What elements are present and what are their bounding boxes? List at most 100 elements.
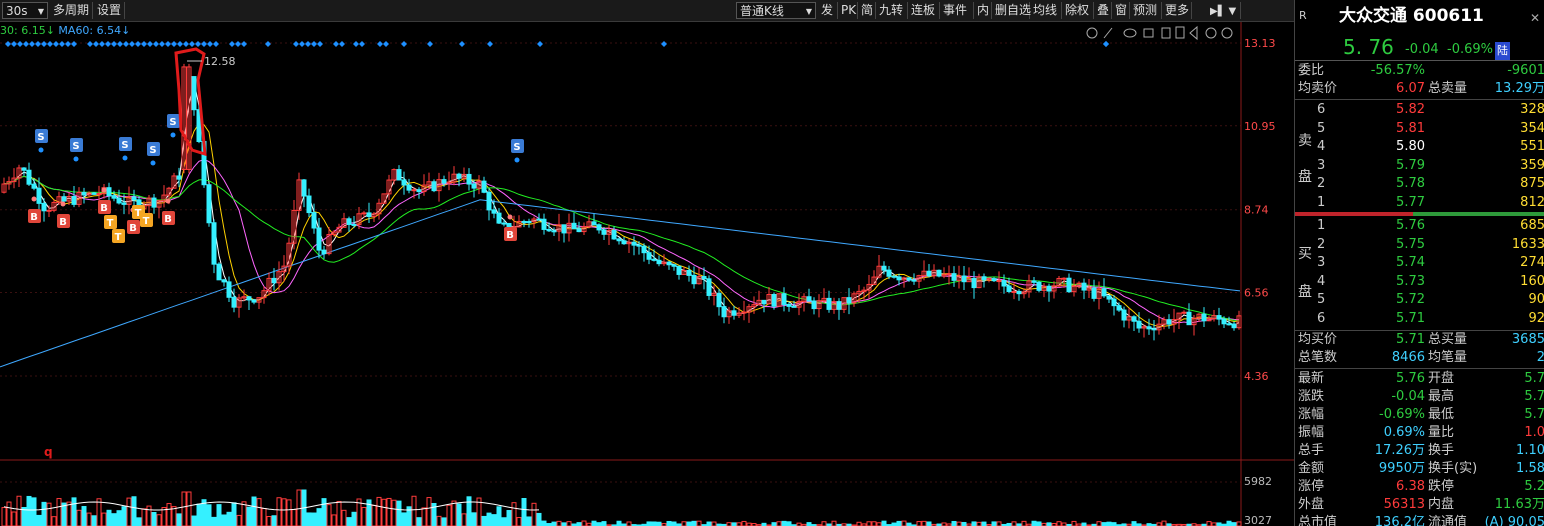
sell-signal-badge[interactable]: S [35,129,48,143]
buy-signal-badge[interactable]: B [504,227,517,241]
badge-text: B [59,217,67,228]
buy-signal-badge[interactable]: B [57,214,70,228]
signal-markers: SS S SSSB BBBBBTTTT [5,41,1109,243]
buy-level-row[interactable]: 2 5.75 1633 [1295,236,1544,254]
toolbar-button-10[interactable]: 叠 [1094,2,1112,19]
t-signal-badge[interactable]: T [104,215,117,229]
kline-type-select[interactable]: 普通K线 ▼ [736,2,816,19]
weibi-row: 委比 -56.57% -9601 [1295,62,1544,80]
toolbar-button-5[interactable]: 事件 [940,2,974,19]
diamond-marker [105,41,111,47]
candle-body [271,277,277,284]
eye-icon[interactable] [1123,28,1137,38]
volume-bar [896,520,902,526]
diamond-marker [5,41,11,47]
toggle-panel-button[interactable]: ▶▌ ▼ [1207,2,1241,19]
toolbar-button-9[interactable]: 除权 [1062,2,1094,19]
candle-body [671,264,677,267]
volume-bar [316,508,322,526]
volume-bar [381,498,387,526]
volume-bar [116,510,122,526]
arrow-left-icon[interactable] [1189,25,1198,41]
stat-label: 内盘 [1428,497,1455,512]
sell-level-row[interactable]: 6 5.82 328 [1295,101,1544,119]
toolbar-button-1[interactable]: PK [838,2,858,19]
sell-signal-badge[interactable]: S [119,137,132,151]
toolbar-button-2[interactable]: 简 [858,2,876,19]
kline-chart[interactable]: SS S SSSB BBBBBTTTT 12.58 q 13.1310.958.746… [0,22,1294,526]
doc-icon[interactable] [1175,26,1185,39]
candle-body [1201,313,1207,322]
sell-level-row[interactable]: 4 5.80 551 [1295,138,1544,156]
candle-body [1031,280,1037,283]
volume-bar [981,521,987,526]
buy-signal-badge[interactable]: B [98,200,111,214]
sell-signal-badge[interactable]: S [167,114,180,128]
close-icon[interactable]: ✕ [1530,9,1540,27]
t-signal-badge[interactable]: T [140,213,153,227]
buy-signal-badge[interactable]: B [28,209,41,223]
sell-level-row[interactable]: 2 5.78 875 [1295,175,1544,193]
toolbar-button-7[interactable]: 删自选 [992,2,1031,19]
volume-bar [66,501,72,526]
quote-panel: R 大众交通 600611 ✕ 5. 76 -0.04 -0.69% 陆 委比 … [1294,0,1544,526]
candle-body [486,191,492,211]
buy-level-row[interactable]: 6 5.71 92 [1295,310,1544,328]
stat-label: 涨停 [1298,479,1325,494]
toolbar-button-12[interactable]: 预测 [1130,2,1162,19]
buy-level-row[interactable]: 4 5.73 160 [1295,273,1544,291]
volume-bar [626,521,632,526]
candle-body [446,181,452,184]
volume-bar [86,512,92,526]
badge-text: S [169,117,176,128]
toolbar-button-4[interactable]: 连板 [908,2,940,19]
sell-signal-badge[interactable]: S [70,138,83,152]
candle-body [1066,277,1072,293]
buy-level-row[interactable]: 3 5.74 274 [1295,254,1544,272]
t-signal-badge[interactable]: T [112,229,125,243]
diamond-marker [661,41,667,47]
toolbar-button-11[interactable]: 窗 [1112,2,1130,19]
signal-dot [507,214,513,220]
toolbar-button-8[interactable]: 均线 [1030,2,1062,19]
candle-body [406,184,412,191]
volume-axis-label: 3027 [1244,514,1272,526]
diamond-marker [11,41,17,47]
zoom-out-icon[interactable] [1221,27,1233,39]
sell-signal-badge[interactable]: S [511,139,524,153]
diamond-marker [333,41,339,47]
buy-signal-badge[interactable]: B [127,220,140,234]
candle-body [176,175,182,180]
toolbar-button-13[interactable]: 更多 [1162,2,1192,19]
sell-level-row[interactable]: 5 5.81 354 [1295,120,1544,138]
buy-price: 5.75 [1396,236,1425,252]
lock-icon[interactable] [1143,28,1154,38]
buy-level-row[interactable]: 1 5.76 685 [1295,217,1544,235]
sell-signal-badge[interactable]: S [147,142,160,156]
sell-price: 5.82 [1396,102,1425,117]
diamond-marker [165,41,171,47]
volume-bar [196,503,202,526]
toolbar-button-6[interactable]: 内 [974,2,992,19]
candle-body [1231,323,1237,329]
badge-text: S [37,132,44,143]
buy-signal-badge[interactable]: B [162,211,175,225]
volume-bar [241,501,247,526]
gear-icon[interactable] [1086,27,1098,39]
zoom-in-icon[interactable] [1205,27,1217,39]
diamond-marker [41,41,47,47]
volume-bar [426,497,432,526]
chevron-down-icon: ▼ [805,7,812,16]
toolbar-button-3[interactable]: 九转 [876,2,908,19]
period-select[interactable]: 30s ▼ [2,2,48,19]
signal-dot [101,187,107,193]
trash-icon[interactable] [1161,27,1171,39]
stat-label: 流通值 [1428,515,1468,526]
settings-button[interactable]: 设置 [94,2,126,19]
multi-period-button[interactable]: 多周期 [50,2,94,19]
sell-level-row[interactable]: 3 5.79 359 [1295,157,1544,175]
sell-level-row[interactable]: 1 5.77 812 [1295,194,1544,212]
buy-level-row[interactable]: 5 5.72 90 [1295,291,1544,309]
pencil-icon[interactable] [1103,27,1113,39]
toolbar-button-0[interactable]: 发 [818,2,838,19]
